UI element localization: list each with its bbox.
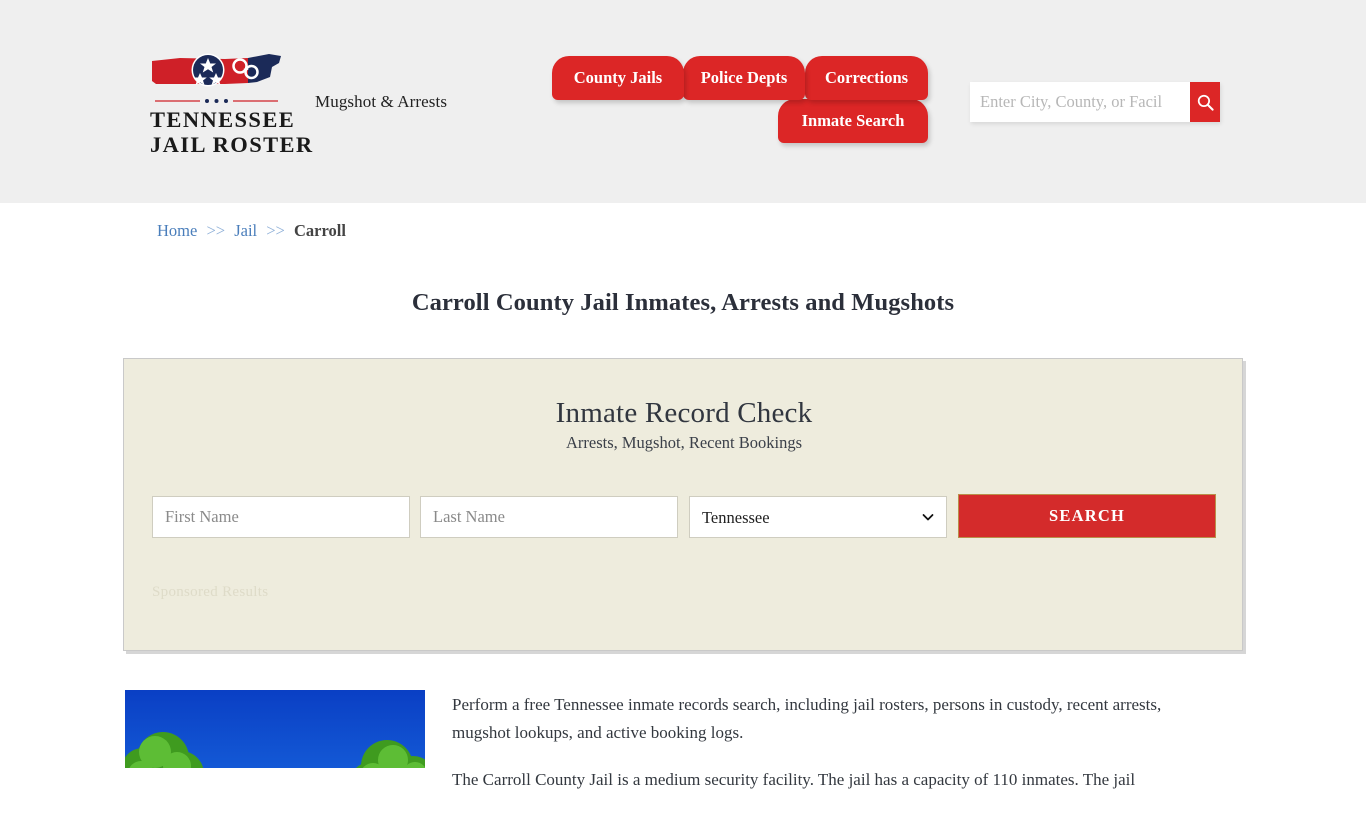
jail-building-photo [125,690,425,768]
logo-divider-icon [155,99,278,103]
card-title: Inmate Record Check [555,397,813,429]
breadcrumb-separator: >> [206,221,226,240]
search-icon [1197,94,1214,111]
nav-item-corrections[interactable]: Corrections [805,56,928,100]
breadcrumb-item-home[interactable]: Home [157,221,197,240]
article-paragraph-1: Perform a free Tennessee inmate records … [452,695,1162,742]
site-logo[interactable]: TENNESSEE JAIL ROSTER [150,48,314,157]
card-subtitle: Arrests, Mugshot, Recent Bookings [565,433,803,452]
breadcrumb-item-jail[interactable]: Jail [234,221,257,240]
tennessee-state-logo-icon [152,53,281,87]
header-search [970,82,1220,122]
site-header: TENNESSEE JAIL ROSTER Mugshot & Arrests … [0,0,1366,203]
inmate-search-form: Tennessee SEARCH [152,494,1216,538]
article-body: Perform a free Tennessee inmate records … [452,691,1207,813]
header-search-input[interactable] [970,82,1190,122]
inmate-search-submit-button[interactable]: SEARCH [958,494,1216,538]
sponsored-results-label: Sponsored Results [152,584,269,600]
main-nav: County Jails Police Depts Corrections In… [552,56,932,146]
header-search-button[interactable] [1190,82,1220,122]
state-select[interactable]: Tennessee [689,496,947,538]
article-paragraph-2: The Carroll County Jail is a medium secu… [452,770,1136,789]
inmate-record-check-card: Inmate Record Check Arrests, Mugshot, Re… [123,358,1243,651]
logo-text-line1: TENNESSEE [150,107,296,132]
logo-text-line2: JAIL ROSTER [150,132,314,157]
last-name-input[interactable] [420,496,678,538]
nav-item-police-depts[interactable]: Police Depts [683,56,805,100]
page-title: Carroll County Jail Inmates, Arrests and… [411,289,955,317]
jail-photo-thumbnail[interactable] [125,690,425,768]
site-tagline: Mugshot & Arrests [315,92,448,111]
breadcrumb-item-current: Carroll [294,221,346,240]
breadcrumb-separator: >> [266,221,285,240]
breadcrumb: Home >> Jail >> Carroll [157,221,346,241]
nav-item-county-jails[interactable]: County Jails [552,56,684,100]
first-name-input[interactable] [152,496,410,538]
nav-item-inmate-search[interactable]: Inmate Search [778,99,928,143]
